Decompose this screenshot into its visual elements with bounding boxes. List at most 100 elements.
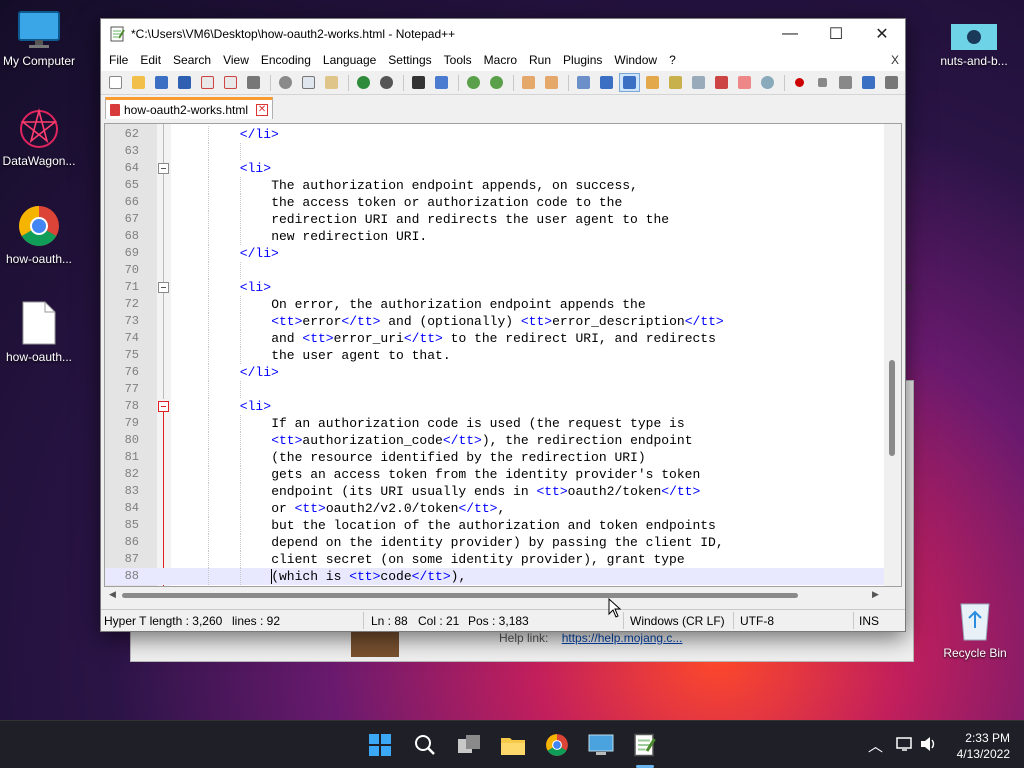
code-line[interactable]: 68 new redirection URI.: [105, 228, 901, 245]
scroll-left-arrow-icon[interactable]: ◀: [109, 589, 116, 600]
start-button[interactable]: [366, 731, 394, 759]
chrome-taskbar-button[interactable]: [543, 731, 571, 759]
code-line[interactable]: 78 <li>: [105, 398, 901, 415]
redo-icon[interactable]: [376, 73, 397, 92]
system-clock[interactable]: 2:33 PM 4/13/2022: [957, 730, 1010, 762]
monitoring-icon[interactable]: [757, 73, 778, 92]
menu-view[interactable]: View: [217, 51, 255, 69]
code-line[interactable]: 87 client secret (on some identity provid…: [105, 551, 901, 568]
close-document-button[interactable]: X: [891, 53, 899, 67]
code-line[interactable]: 65 The authorization endpoint appends, on…: [105, 177, 901, 194]
desktop-icon-my-computer[interactable]: My Computer: [0, 10, 81, 68]
menu-plugins[interactable]: Plugins: [557, 51, 608, 69]
code-line[interactable]: 82 gets an access token from the identity…: [105, 466, 901, 483]
code-editor[interactable]: 62 </li> 63 64 <li> 65 The authorization endpo…: [104, 123, 902, 587]
paste-icon[interactable]: [321, 73, 342, 92]
menu-file[interactable]: File: [103, 51, 134, 69]
horizontal-scrollbar[interactable]: ◀ ▶: [104, 587, 902, 604]
fold-toggle-icon[interactable]: [158, 163, 169, 174]
desktop-icon-nuts-and-bolts[interactable]: nuts-and-b...: [932, 24, 1016, 68]
vertical-scrollbar[interactable]: [884, 124, 901, 586]
menu-encoding[interactable]: Encoding: [255, 51, 317, 69]
open-file-icon[interactable]: [128, 73, 149, 92]
sync-vertical-icon[interactable]: [518, 73, 539, 92]
scroll-right-arrow-icon[interactable]: ▶: [872, 589, 879, 600]
word-wrap-icon[interactable]: [573, 73, 594, 92]
code-line[interactable]: 64 <li>: [105, 160, 901, 177]
menu-search[interactable]: Search: [167, 51, 217, 69]
menu-run[interactable]: Run: [523, 51, 557, 69]
code-line[interactable]: 73 <tt>error</tt> and (optionally) <tt>er…: [105, 313, 901, 330]
code-line[interactable]: 81 (the resource identified by the redire…: [105, 449, 901, 466]
code-line[interactable]: 77: [105, 381, 901, 398]
help-link[interactable]: https://help.mojang.c...: [562, 631, 683, 645]
desktop-icon-how-oauth-chrome[interactable]: how-oauth...: [0, 204, 81, 266]
desktop-icon-how-oauth-file[interactable]: how-oauth...: [0, 300, 81, 364]
stop-macro-icon[interactable]: [812, 73, 833, 92]
menu-settings[interactable]: Settings: [382, 51, 437, 69]
doc-map-icon[interactable]: [665, 73, 686, 92]
find-icon[interactable]: [408, 73, 429, 92]
tab-close-icon[interactable]: ✕: [256, 103, 269, 116]
sync-horizontal-icon[interactable]: [541, 73, 562, 92]
function-list-icon[interactable]: [711, 73, 732, 92]
copy-icon[interactable]: [298, 73, 319, 92]
zoom-out-icon[interactable]: [486, 73, 507, 92]
volume-icon[interactable]: [920, 736, 938, 752]
horizontal-scroll-thumb[interactable]: [122, 593, 798, 598]
task-view-button[interactable]: [455, 731, 483, 759]
code-line[interactable]: 74 and <tt>error_uri</tt> to the redirect…: [105, 330, 901, 347]
code-line[interactable]: 86 depend on the identity provider) by pa…: [105, 534, 901, 551]
tab-how-oauth2-works[interactable]: how-oauth2-works.html ✕: [105, 97, 274, 119]
menu-language[interactable]: Language: [317, 51, 382, 69]
code-line[interactable]: 70: [105, 262, 901, 279]
fold-toggle-icon[interactable]: [158, 401, 169, 412]
play-macro-icon[interactable]: [835, 73, 856, 92]
code-line[interactable]: 83 endpoint (its URI usually ends in <tt>…: [105, 483, 901, 500]
code-line[interactable]: 80 <tt>authorization_code</tt>), the redi…: [105, 432, 901, 449]
menu-macro[interactable]: Macro: [478, 51, 523, 69]
code-line[interactable]: 88 (which is <tt>code</tt>),: [105, 568, 901, 585]
undo-icon[interactable]: [353, 73, 374, 92]
show-all-chars-icon[interactable]: [596, 73, 617, 92]
network-icon[interactable]: [896, 736, 914, 752]
code-line[interactable]: 66 the access token or authorization code…: [105, 194, 901, 211]
remote-desktop-button[interactable]: [587, 731, 615, 759]
code-line[interactable]: 75 the user agent to that.: [105, 347, 901, 364]
save-all-icon[interactable]: [174, 73, 195, 92]
doc-list-icon[interactable]: [688, 73, 709, 92]
title-bar[interactable]: *C:\Users\VM6\Desktop\how-oauth2-works.h…: [101, 19, 905, 49]
menu-help[interactable]: ?: [663, 51, 682, 69]
vertical-scroll-thumb[interactable]: [889, 360, 895, 456]
run-macro-multiple-icon[interactable]: [858, 73, 879, 92]
search-button[interactable]: [411, 731, 439, 759]
folder-workspace-icon[interactable]: [734, 73, 755, 92]
fold-toggle-icon[interactable]: [158, 282, 169, 293]
udl-icon[interactable]: [642, 73, 663, 92]
code-line[interactable]: 67 redirection URI and redirects the user…: [105, 211, 901, 228]
code-line[interactable]: 63: [105, 143, 901, 160]
close-button[interactable]: ✕: [859, 19, 905, 49]
replace-icon[interactable]: [431, 73, 452, 92]
file-explorer-button[interactable]: [499, 731, 527, 759]
chevron-up-icon[interactable]: ︿: [868, 735, 883, 756]
cut-icon[interactable]: [275, 73, 296, 92]
code-line[interactable]: 85 but the location of the authorization …: [105, 517, 901, 534]
code-line[interactable]: 62 </li>: [105, 126, 901, 143]
menu-tools[interactable]: Tools: [438, 51, 478, 69]
close-file-icon[interactable]: [197, 73, 218, 92]
code-line[interactable]: 72 On error, the authorization endpoint a…: [105, 296, 901, 313]
minimize-button[interactable]: —: [767, 19, 813, 49]
notepadpp-taskbar-button[interactable]: [630, 731, 658, 759]
print-icon[interactable]: [243, 73, 264, 92]
desktop-icon-datawagon[interactable]: DataWagon...: [0, 108, 81, 168]
code-line[interactable]: 69 </li>: [105, 245, 901, 262]
code-line[interactable]: 79 If an authorization code is used (the …: [105, 415, 901, 432]
maximize-button[interactable]: ☐: [813, 19, 859, 49]
code-line[interactable]: 84 or <tt>oauth2/v2.0/token</tt>,: [105, 500, 901, 517]
menu-window[interactable]: Window: [608, 51, 663, 69]
code-line[interactable]: 76 </li>: [105, 364, 901, 381]
code-line[interactable]: 71 <li>: [105, 279, 901, 296]
desktop-icon-recycle-bin[interactable]: Recycle Bin: [933, 596, 1017, 660]
record-macro-icon[interactable]: [789, 73, 810, 92]
